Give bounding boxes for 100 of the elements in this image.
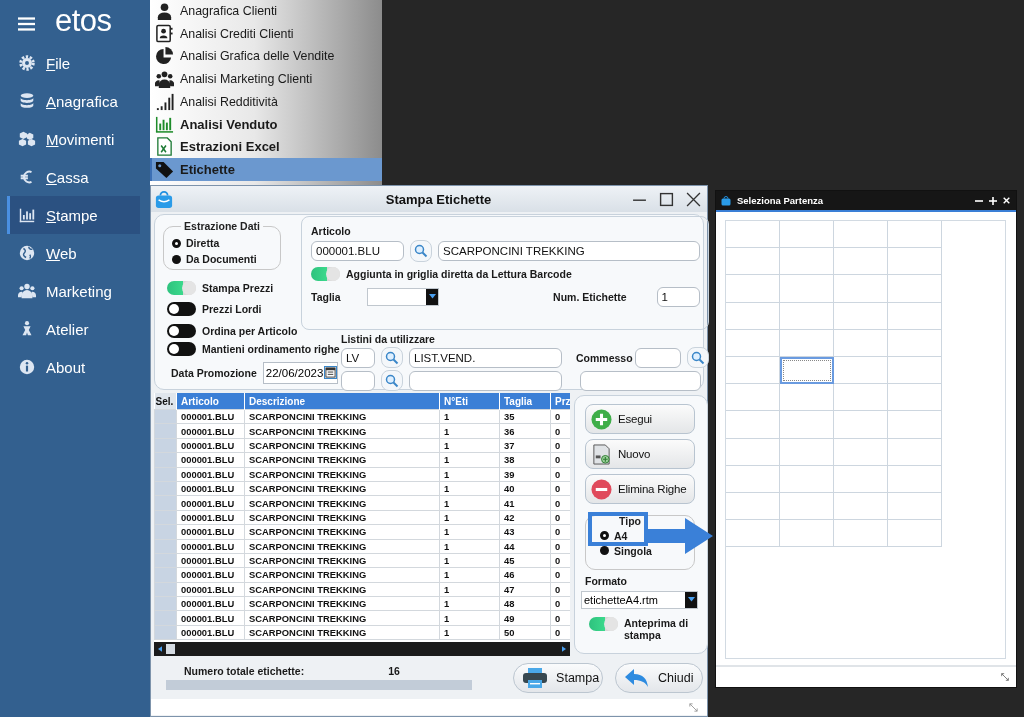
label-position-cell[interactable] — [888, 492, 942, 521]
size-dropdown[interactable] — [367, 288, 439, 306]
article-code-field[interactable]: 000001.BLU — [311, 241, 404, 261]
action-button[interactable]: Elimina Righe — [585, 474, 695, 504]
toggle-switch[interactable] — [167, 280, 196, 295]
label-position-cell[interactable] — [780, 520, 834, 548]
label-position-cell[interactable] — [726, 411, 780, 439]
action-button[interactable]: Nuovo — [585, 439, 695, 469]
radio-button[interactable] — [172, 254, 181, 264]
column-header[interactable]: Sel. — [154, 393, 177, 410]
scroll-right-icon[interactable] — [562, 646, 566, 652]
label-position-cell[interactable] — [834, 221, 888, 249]
label-position-cell[interactable] — [888, 221, 942, 249]
sidebar-item[interactable]: Anagrafica — [0, 82, 140, 120]
sidebar-item[interactable]: Cassa — [0, 158, 140, 196]
label-position-cell[interactable] — [780, 384, 834, 412]
label-position-cell[interactable] — [780, 492, 834, 521]
label-position-cell[interactable] — [726, 438, 780, 466]
label-position-cell[interactable] — [780, 356, 834, 385]
label-position-cell[interactable] — [834, 438, 888, 466]
menu-item[interactable]: Analisi Grafica delle Vendite — [150, 45, 382, 68]
search-button[interactable] — [686, 347, 709, 368]
label-position-cell[interactable] — [726, 384, 780, 412]
row-selector[interactable] — [154, 409, 177, 424]
label-position-cell[interactable] — [834, 356, 888, 385]
horizontal-scrollbar[interactable] — [154, 642, 570, 656]
sidebar-item[interactable]: Atelier — [0, 310, 140, 348]
label-position-cell[interactable] — [834, 520, 888, 548]
price-list-code-field[interactable]: LV — [341, 347, 375, 368]
label-position-cell[interactable] — [888, 465, 942, 493]
footer-button[interactable]: Stampa — [513, 662, 604, 693]
sidebar-item[interactable]: Web — [0, 234, 140, 272]
label-position-cell[interactable] — [780, 221, 834, 249]
label-position-cell[interactable] — [888, 356, 942, 385]
label-position-cell[interactable] — [888, 329, 942, 357]
menu-item[interactable]: Estrazioni Excel — [150, 135, 382, 159]
label-position-cell[interactable] — [888, 438, 942, 466]
label-position-cell[interactable] — [726, 520, 780, 548]
menu-icon[interactable] — [18, 17, 35, 31]
label-position-cell[interactable] — [780, 438, 834, 466]
label-position-cell[interactable] — [780, 302, 834, 330]
toggle-switch[interactable] — [311, 267, 340, 281]
label-position-cell[interactable] — [834, 411, 888, 439]
label-position-cell[interactable] — [888, 275, 942, 303]
label-position-cell[interactable] — [726, 302, 780, 330]
label-position-cell[interactable] — [834, 329, 888, 357]
label-position-cell[interactable] — [726, 329, 780, 357]
search-button[interactable] — [381, 370, 403, 391]
toggle-switch[interactable] — [167, 323, 196, 338]
column-header[interactable]: N°Eti — [439, 393, 500, 410]
label-position-cell[interactable] — [888, 411, 942, 439]
label-position-cell[interactable] — [726, 492, 780, 521]
column-header[interactable]: Descrizione — [244, 393, 440, 410]
label-position-cell[interactable] — [834, 275, 888, 303]
sidebar-item[interactable]: Stampe — [7, 196, 140, 234]
label-position-cell[interactable] — [780, 411, 834, 439]
menu-item[interactable]: Anagrafica Clienti — [150, 0, 382, 23]
sidebar-item[interactable]: About — [0, 348, 140, 386]
label-position-cell[interactable] — [834, 465, 888, 493]
label-count-field[interactable]: 1 — [656, 287, 700, 307]
label-position-cell[interactable] — [834, 384, 888, 412]
maximize-icon[interactable] — [659, 191, 674, 207]
calendar-icon[interactable] — [324, 366, 338, 379]
sidebar-item[interactable]: Movimenti — [0, 120, 140, 158]
label-position-cell[interactable] — [726, 465, 780, 493]
label-position-cell[interactable] — [780, 248, 834, 276]
search-button[interactable] — [381, 347, 403, 368]
label-position-cell[interactable] — [834, 302, 888, 330]
column-header[interactable]: Articolo — [176, 393, 245, 410]
menu-item[interactable]: Analisi Marketing Clienti — [150, 67, 382, 91]
scroll-thumb[interactable] — [166, 644, 175, 654]
maximize-icon[interactable] — [989, 196, 997, 205]
label-position-cell[interactable] — [834, 248, 888, 276]
label-position-cell[interactable] — [888, 384, 942, 412]
footer-button[interactable]: Chiudi — [615, 662, 703, 693]
clerk-name-field[interactable] — [580, 370, 701, 391]
menu-item[interactable]: Etichette — [150, 158, 382, 181]
toggle-switch[interactable] — [589, 617, 618, 631]
label-position-cell[interactable] — [888, 302, 942, 330]
toggle-switch[interactable] — [167, 302, 196, 317]
label-position-cell[interactable] — [726, 221, 780, 249]
toggle-switch[interactable] — [167, 341, 196, 356]
label-position-cell[interactable] — [726, 275, 780, 303]
price-list-name-field[interactable] — [409, 370, 562, 391]
label-position-cell[interactable] — [780, 275, 834, 303]
sidebar-item[interactable]: Marketing — [0, 272, 140, 310]
label-position-cell[interactable] — [834, 492, 888, 521]
label-position-cell[interactable] — [888, 248, 942, 276]
radio-button[interactable] — [172, 238, 181, 248]
label-position-cell[interactable] — [780, 329, 834, 357]
clerk-field[interactable] — [634, 347, 681, 368]
action-button[interactable]: Esegui — [585, 404, 695, 434]
close-icon[interactable] — [686, 191, 701, 207]
scroll-left-icon[interactable] — [158, 646, 162, 652]
column-header[interactable]: Prz — [550, 393, 570, 410]
resize-grip-icon[interactable] — [688, 701, 699, 713]
sidebar-item[interactable]: File — [0, 44, 140, 82]
resize-grip-icon[interactable] — [1000, 672, 1010, 682]
menu-item[interactable]: Analisi Crediti Clienti — [150, 22, 382, 46]
search-button[interactable] — [410, 240, 432, 262]
